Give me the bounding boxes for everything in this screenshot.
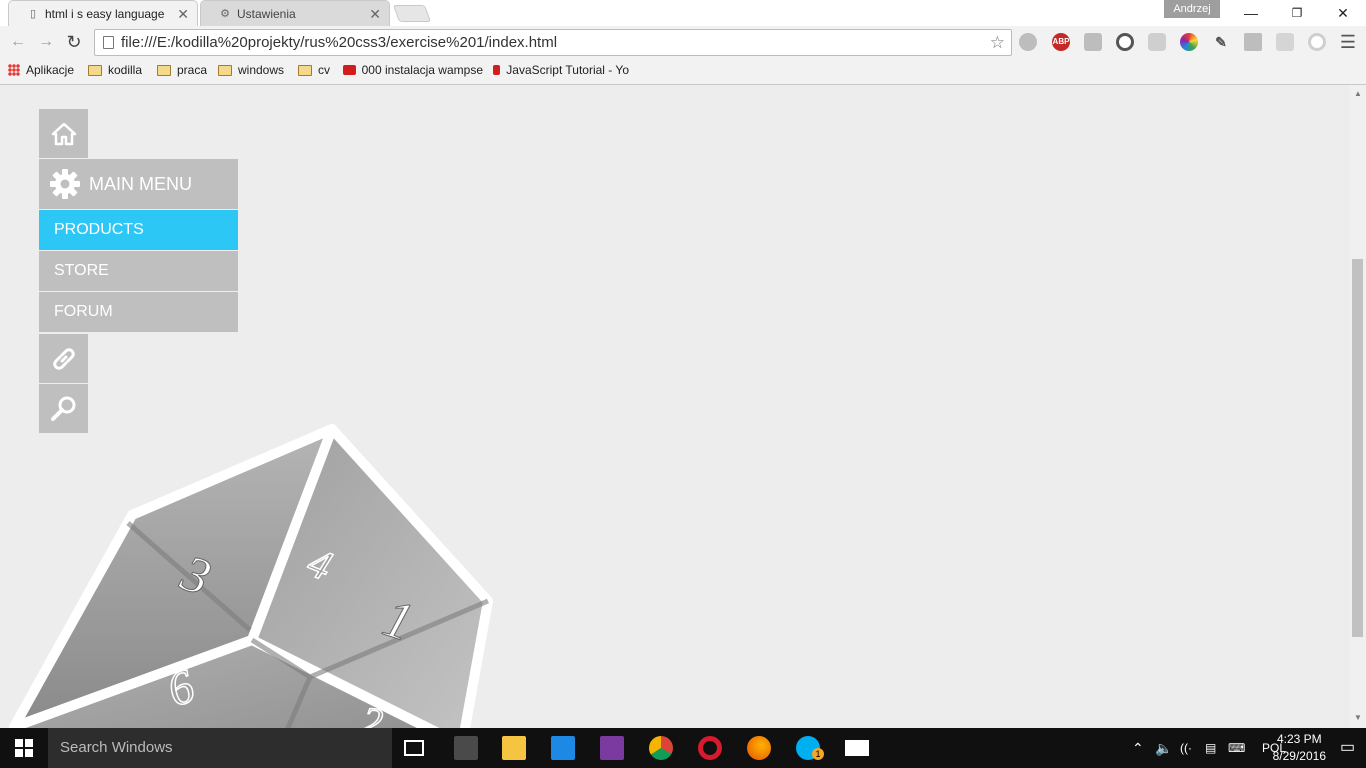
- chrome-menu-icon[interactable]: ☰: [1340, 32, 1356, 53]
- shield-icon[interactable]: [1148, 33, 1166, 51]
- extension-icon[interactable]: [1019, 33, 1037, 51]
- link-icon: [52, 347, 75, 370]
- close-tab-icon[interactable]: ✕: [369, 6, 381, 23]
- extension-icon[interactable]: [1276, 33, 1294, 51]
- scroll-up-icon[interactable]: ▲: [1354, 89, 1362, 98]
- notifications-icon[interactable]: ▤: [1205, 728, 1216, 768]
- back-icon[interactable]: ←: [8, 32, 28, 52]
- apps-icon: [8, 64, 20, 76]
- action-center-icon[interactable]: ▭: [1340, 728, 1355, 768]
- forward-icon[interactable]: →: [36, 32, 56, 52]
- links-button[interactable]: [39, 334, 88, 383]
- bookmark-kodilla[interactable]: kodilla: [88, 63, 142, 77]
- task-view-icon[interactable]: [404, 740, 424, 756]
- folder-icon: [88, 64, 102, 76]
- main-menu-button[interactable]: MAIN MENU: [39, 159, 238, 209]
- home-icon: [51, 122, 76, 145]
- color-wheel-icon[interactable]: [1180, 33, 1198, 51]
- tab-settings[interactable]: ⚙ Ustawienia ✕: [200, 0, 390, 26]
- youtube-icon: [493, 65, 501, 75]
- adblock-icon[interactable]: ABP: [1052, 33, 1070, 51]
- scroll-down-icon[interactable]: ▼: [1354, 713, 1362, 722]
- close-window-button[interactable]: ✕: [1320, 0, 1366, 26]
- sublime-text-icon[interactable]: [454, 736, 478, 760]
- tab-strip: ▯ html i s easy language ✕ ⚙ Ustawienia …: [0, 0, 1366, 26]
- extension-icon[interactable]: [1308, 33, 1326, 51]
- file-explorer-icon[interactable]: [502, 736, 526, 760]
- home-button[interactable]: [39, 109, 88, 158]
- reload-icon[interactable]: ↻: [64, 32, 84, 52]
- youtube-icon: [343, 65, 356, 75]
- date: 8/29/2016: [1272, 749, 1326, 763]
- bookmark-praca[interactable]: praca: [157, 63, 207, 77]
- scrollbar-thumb[interactable]: [1352, 259, 1363, 637]
- eyedropper-icon[interactable]: ✎: [1212, 33, 1230, 51]
- profile-button[interactable]: Andrzej: [1164, 0, 1220, 18]
- address-bar[interactable]: file:///E:/kodilla%20projekty/rus%20css3…: [94, 29, 1012, 56]
- taskbar-search[interactable]: Search Windows: [48, 728, 392, 768]
- menu-item-forum[interactable]: FORUM: [39, 292, 238, 332]
- folder-icon: [298, 64, 312, 76]
- clock[interactable]: 4:23 PM 8/29/2016: [1273, 731, 1326, 765]
- folder-icon: [218, 64, 232, 76]
- menu-item-store[interactable]: STORE: [39, 251, 238, 291]
- sync-extension-icon[interactable]: [1116, 33, 1134, 51]
- bookmark-label: 000 instalacja wampse: [361, 63, 483, 77]
- page-icon: [103, 36, 114, 49]
- browser-chrome: ▯ html i s easy language ✕ ⚙ Ustawienia …: [0, 0, 1366, 85]
- gear-icon: ⚙: [220, 7, 230, 20]
- onenote-icon[interactable]: [600, 736, 624, 760]
- folder-icon: [157, 64, 171, 76]
- close-tab-icon[interactable]: ✕: [177, 6, 189, 23]
- bookmark-js-tutorial[interactable]: JavaScript Tutorial - Yo: [493, 63, 629, 77]
- bookmark-label: kodilla: [108, 63, 143, 77]
- new-tab-button[interactable]: [392, 5, 432, 22]
- windows-logo-icon: [15, 739, 33, 757]
- bookmark-cv[interactable]: cv: [298, 63, 330, 77]
- dice-illustration: 3 4 1 6 2: [9, 424, 493, 728]
- bookmark-star-icon[interactable]: ☆: [990, 30, 1005, 55]
- gear-icon: [50, 169, 80, 199]
- menu-item-products[interactable]: PRODUCTS: [39, 210, 238, 250]
- tab-title: Ustawienia: [237, 6, 296, 21]
- skype-badge: 1: [812, 748, 824, 760]
- windows-taskbar: Search Windows 1 ⌃ 🔈 ((· ▤ ⌨ POL 4:23 PM…: [0, 728, 1366, 768]
- show-hidden-icons-icon[interactable]: ⌃: [1132, 728, 1144, 768]
- hat-icon[interactable]: [1244, 33, 1262, 51]
- bookmark-windows[interactable]: windows: [218, 63, 284, 77]
- main-menu-label: MAIN MENU: [89, 173, 192, 194]
- vertical-scrollbar[interactable]: ▲ ▼: [1350, 85, 1366, 728]
- start-button[interactable]: [0, 728, 48, 768]
- firefox-icon[interactable]: [747, 736, 771, 760]
- store-app-icon[interactable]: [551, 736, 575, 760]
- bookmark-label: windows: [238, 63, 285, 77]
- time: 4:23 PM: [1276, 732, 1322, 746]
- mail-icon[interactable]: [845, 740, 869, 756]
- bookmark-wamp[interactable]: 000 instalacja wampse: [343, 63, 483, 77]
- restore-button[interactable]: ❐: [1274, 0, 1320, 26]
- url-text: file:///E:/kodilla%20projekty/rus%20css3…: [121, 34, 558, 51]
- opera-icon[interactable]: [698, 736, 722, 760]
- keyboard-icon[interactable]: ⌨: [1228, 728, 1245, 768]
- bookmark-label: praca: [177, 63, 208, 77]
- bookmarks-bar: Aplikacje kodilla praca windows cv 000 i…: [0, 58, 1366, 84]
- page-icon: ▯: [29, 7, 37, 20]
- minimize-button[interactable]: —: [1228, 0, 1274, 26]
- volume-icon[interactable]: 🔈: [1155, 728, 1172, 768]
- chrome-icon[interactable]: [649, 736, 673, 760]
- bookmark-label: Aplikacje: [26, 63, 75, 77]
- tab-title: html i s easy language: [45, 6, 165, 21]
- extension-icon[interactable]: [1084, 33, 1102, 51]
- bookmark-label: cv: [318, 63, 330, 77]
- bookmark-label: JavaScript Tutorial - Yo: [506, 63, 629, 77]
- toolbar: ← → ↻ file:///E:/kodilla%20projekty/rus%…: [0, 26, 1366, 58]
- tab-active[interactable]: ▯ html i s easy language ✕: [8, 0, 198, 26]
- page-content: MAIN MENU PRODUCTS STORE FORUM 3 4 1 6 2: [0, 85, 1350, 728]
- bookmark-apps[interactable]: Aplikacje: [8, 63, 74, 77]
- network-icon[interactable]: ((·: [1180, 728, 1192, 768]
